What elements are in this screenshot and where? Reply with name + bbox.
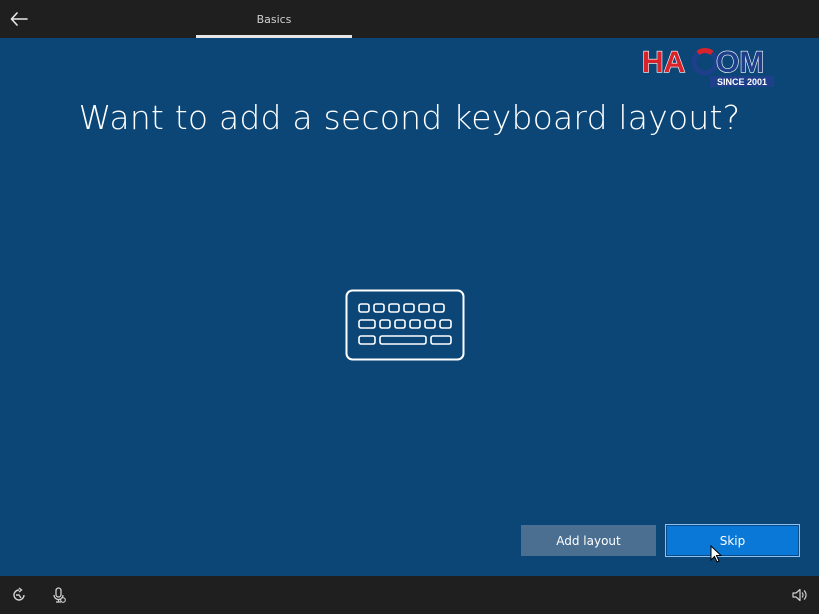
bottom-bar [0, 576, 819, 614]
svg-text:HA: HA [642, 46, 685, 79]
ease-of-access-icon [13, 587, 25, 601]
skip-button[interactable]: Skip [665, 524, 800, 557]
page-title: Want to add a second keyboard layout? [78, 98, 741, 137]
section-title: Basics [256, 12, 292, 26]
back-arrow-icon [10, 12, 28, 26]
top-bar: Basics [0, 0, 819, 38]
section-underline [196, 35, 352, 38]
keyboard-icon [345, 289, 465, 361]
svg-text:OM: OM [716, 46, 764, 79]
svg-text:SINCE 2001: SINCE 2001 [717, 77, 767, 87]
hacom-logo: HA OM SINCE 2001 [641, 45, 774, 87]
mouse-cursor-icon [710, 545, 722, 563]
oobe-screen: Basics HA OM SINCE 2001 Want to add a se… [0, 0, 819, 614]
ease-of-access-button[interactable] [11, 587, 27, 603]
microphone-button[interactable] [51, 587, 67, 603]
back-button[interactable] [6, 6, 32, 32]
add-layout-button[interactable]: Add layout [521, 525, 656, 556]
volume-icon [792, 588, 807, 602]
volume-button[interactable] [791, 587, 807, 603]
microphone-icon [53, 587, 66, 603]
